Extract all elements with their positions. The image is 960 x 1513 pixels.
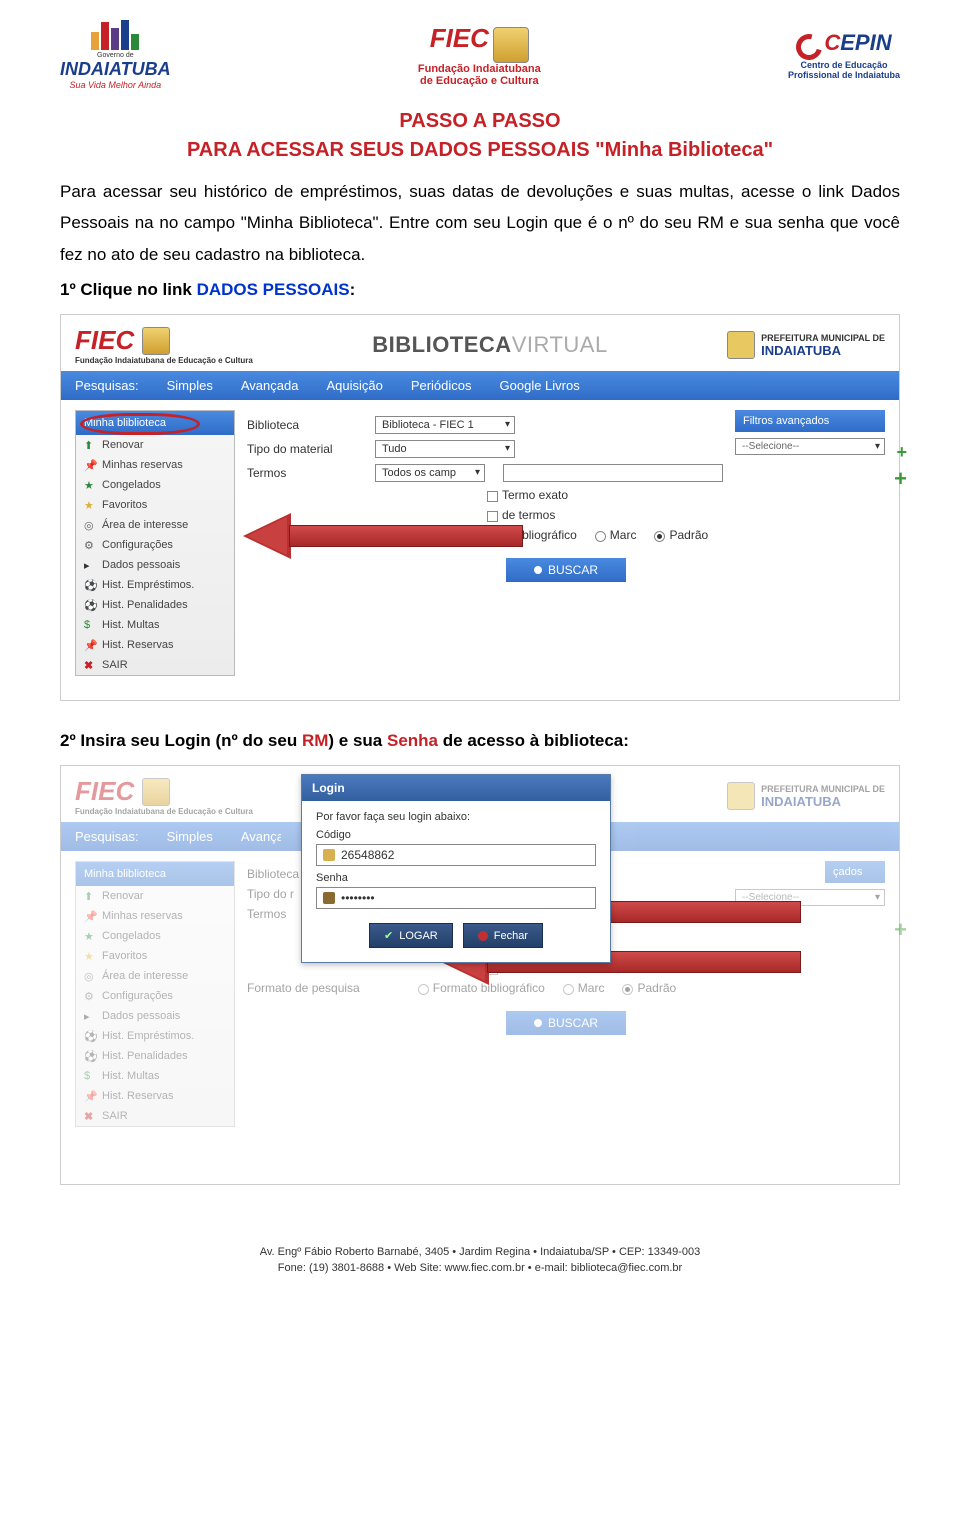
sidebar-item-sair[interactable]: ✖SAIR <box>76 655 234 675</box>
label-senha: Senha <box>316 872 596 884</box>
sidebar-item-configuracoes[interactable]: ⚙Configurações <box>76 535 234 555</box>
search-dot-icon <box>534 566 542 574</box>
logar-button[interactable]: ✔LOGAR <box>369 923 453 948</box>
sidebar-item-hist-penalidades[interactable]: ⚽Hist. Penalidades <box>76 595 234 615</box>
user-icon <box>323 849 335 861</box>
arrow-up-icon: ⬆ <box>84 439 96 451</box>
doc-title-2: PARA ACESSAR SEUS DADOS PESSOAIS "Minha … <box>60 139 900 162</box>
nav-label: Pesquisas: <box>75 378 139 393</box>
label-codigo: Código <box>316 829 596 841</box>
target-icon: ◎ <box>84 519 96 531</box>
sidebar-item-hist-multas[interactable]: $Hist. Multas <box>76 615 234 635</box>
filters-panel: Filtros avançados --Selecione-- + + <box>735 410 885 455</box>
login-modal: Login Por favor faça seu login abaixo: C… <box>301 774 611 963</box>
label-marc: Marc <box>610 528 637 542</box>
radio-marc[interactable] <box>595 531 606 542</box>
ss-logo-fiec: FIEC <box>75 325 253 356</box>
check-icon: ✔ <box>384 929 393 942</box>
select-biblioteca[interactable]: Biblioteca - FIEC 1 <box>375 416 515 434</box>
step-2-heading: 2º Insira seu Login (nº do seu RM) e sua… <box>60 731 900 751</box>
select-termos-campo[interactable]: Todos os camp <box>375 464 485 482</box>
filter-select[interactable]: --Selecione-- <box>735 438 885 455</box>
checkbox-termo-exato[interactable] <box>487 491 498 502</box>
nav-item-avancada[interactable]: Avançada <box>241 378 299 393</box>
ball-icon: ⚽ <box>84 599 96 611</box>
nav-item-simples[interactable]: Simples <box>167 378 213 393</box>
ball-icon: ⚽ <box>84 579 96 591</box>
label-padrao: Padrão <box>669 528 708 542</box>
screenshot-2: FIEC Fundação Indaiatubana de Educação e… <box>60 765 900 1185</box>
search-navbar: Pesquisas: Simples Avançada Aquisição Pe… <box>61 371 899 400</box>
sidebar-item-dados-pessoais[interactable]: ▸Dados pessoais <box>76 555 234 575</box>
nav-item-periodicos[interactable]: Periódicos <box>411 378 472 393</box>
step-1-heading: 1º Clique no link DADOS PESSOAIS: <box>60 280 900 300</box>
plus-icon[interactable]: + <box>896 442 907 463</box>
chevron-right-icon: ▸ <box>84 559 96 571</box>
input-codigo[interactable]: 26548862 <box>316 844 596 866</box>
sidebar-item-hist-emprestimos[interactable]: ⚽Hist. Empréstimos. <box>76 575 234 595</box>
pin-icon: 📌 <box>84 459 96 471</box>
gear-icon: ⚙ <box>84 539 96 551</box>
sidebar-item-area-interesse[interactable]: ◎Área de interesse <box>76 515 234 535</box>
input-termos[interactable] <box>503 464 723 482</box>
biblioteca-virtual-title: BIBLIOTECAVIRTUAL <box>372 332 607 358</box>
screenshot-1: FIEC Fundação Indaiatubana de Educação e… <box>60 314 900 701</box>
filters-header[interactable]: Filtros avançados <box>735 410 885 432</box>
ss-logo-prefeitura: PREFEITURA MUNICIPAL DEINDAIATUBA <box>727 331 885 359</box>
sidebar-heading[interactable]: Minha bliblioteca <box>76 411 234 435</box>
plus-icon[interactable]: + <box>894 466 907 492</box>
nav-item-google-livros[interactable]: Google Livros <box>500 378 580 393</box>
page-footer: Av. Engº Fábio Roberto Barnabé, 3405 • J… <box>60 1245 900 1276</box>
star-icon: ★ <box>84 479 96 491</box>
star-icon: ★ <box>84 499 96 511</box>
sidebar-item-favoritos[interactable]: ★Favoritos <box>76 495 234 515</box>
fechar-button[interactable]: Fechar <box>463 923 543 948</box>
pin-icon: 📌 <box>84 639 96 651</box>
logo-indaiatuba: Governo de INDAIATUBA Sua Vida Melhor Ai… <box>60 20 171 90</box>
select-tipo-material[interactable]: Tudo <box>375 440 515 458</box>
label-termo-exato: Termo exato <box>502 488 568 502</box>
annotation-circle <box>80 413 200 435</box>
sidebar-item-congelados[interactable]: ★Congelados <box>76 475 234 495</box>
label-biblioteca: Biblioteca <box>247 418 357 432</box>
ss-logo-fiec-sub: Fundação Indaiatubana de Educação e Cult… <box>75 356 253 365</box>
logo-fiec: FIEC Fundação Indaiatubana de Educação e… <box>418 23 541 86</box>
annotation-arrow <box>243 518 523 554</box>
label-termos: Termos <box>247 466 357 480</box>
doc-header-logos: Governo de INDAIATUBA Sua Vida Melhor Ai… <box>60 20 900 90</box>
label-tipo-material: Tipo do material <box>247 442 357 456</box>
lock-icon <box>323 892 335 904</box>
exit-icon: ✖ <box>84 659 96 671</box>
dollar-icon: $ <box>84 619 96 631</box>
logo-cepin: CEPIN Centro de Educação Profissional de… <box>788 30 900 80</box>
close-icon <box>478 931 488 941</box>
login-modal-title: Login <box>302 775 610 801</box>
intro-paragraph: Para acessar seu histórico de empréstimo… <box>60 176 900 270</box>
buscar-button[interactable]: BUSCAR <box>506 558 626 582</box>
sidebar-item-hist-reservas[interactable]: 📌Hist. Reservas <box>76 635 234 655</box>
login-prompt: Por favor faça seu login abaixo: <box>316 811 596 823</box>
sidebar-item-renovar[interactable]: ⬆Renovar <box>76 435 234 455</box>
nav-item-aquisicao[interactable]: Aquisição <box>326 378 382 393</box>
radio-padrao[interactable] <box>654 531 665 542</box>
input-senha[interactable]: •••••••• <box>316 887 596 909</box>
sidebar-minha-biblioteca: Minha bliblioteca ⬆Renovar 📌Minhas reser… <box>75 410 235 676</box>
doc-title-1: PASSO A PASSO <box>60 110 900 133</box>
sidebar-item-reservas[interactable]: 📌Minhas reservas <box>76 455 234 475</box>
